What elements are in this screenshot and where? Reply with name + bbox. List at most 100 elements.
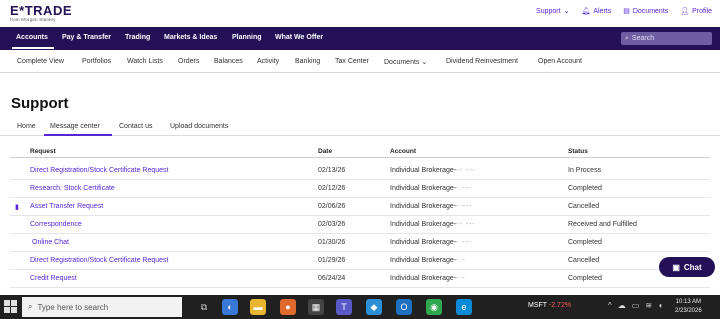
- request-account: Individual Brokerage-- ---: [390, 185, 472, 192]
- nav-pay-transfer[interactable]: Pay & Transfer: [62, 34, 111, 41]
- request-link[interactable]: Correspondence: [30, 221, 82, 228]
- tab-home[interactable]: Home: [17, 123, 36, 130]
- nav-what-we-offer[interactable]: What We Offer: [275, 34, 323, 41]
- documents-link[interactable]: ▤ Documents: [623, 7, 669, 16]
- nav-planning[interactable]: Planning: [232, 34, 262, 41]
- subnav-orders[interactable]: Orders: [178, 58, 199, 65]
- request-status: Cancelled: [568, 203, 600, 210]
- profile-link[interactable]: 👤︎ Profile: [680, 7, 712, 16]
- logo-text: E*TRADE: [10, 3, 73, 18]
- bell-icon: 🔔︎: [581, 8, 591, 15]
- outlook-icon[interactable]: O: [396, 299, 412, 315]
- subnav-watch-lists[interactable]: Watch Lists: [127, 58, 163, 65]
- table-row: Direct Registration/Stock Certificate Re…: [10, 162, 710, 180]
- file-explorer-icon[interactable]: ▬: [250, 299, 266, 315]
- table-row: Online Chat 01/30/26 Individual Brokerag…: [10, 234, 710, 252]
- request-date: 02/13/26: [318, 167, 346, 174]
- subnav-dividend-reinvestment[interactable]: Dividend Reinvestment: [446, 58, 518, 65]
- request-account: Individual Brokerage-- -: [390, 257, 466, 264]
- subnav-open-account[interactable]: Open Account: [538, 58, 582, 65]
- column-date: Date: [318, 148, 333, 155]
- subnav-activity[interactable]: Activity: [257, 58, 279, 65]
- account-name: Individual Brokerage-: [390, 167, 457, 174]
- column-account: Account: [390, 148, 416, 155]
- request-status: Completed: [568, 239, 602, 246]
- account-mask: - ---: [456, 185, 473, 192]
- account-name: Individual Brokerage-: [390, 221, 457, 228]
- main-nav: Accounts Pay & Transfer Trading Markets …: [0, 27, 720, 50]
- stock-change: -2.72%: [548, 302, 572, 309]
- tab-upload-documents[interactable]: Upload documents: [170, 123, 228, 130]
- taskbar-search[interactable]: ⌕ Type here to search: [22, 297, 182, 317]
- request-account: Individual Brokerage--- ---: [390, 221, 476, 228]
- clock-time: 10:13 AM: [675, 299, 702, 305]
- search-icon: ⌕: [28, 302, 33, 311]
- column-request: Request: [30, 148, 56, 155]
- subnav-portfolios[interactable]: Portfolios: [82, 58, 111, 65]
- alerts-link[interactable]: 🔔︎ Alerts: [581, 7, 612, 16]
- nav-accounts[interactable]: Accounts: [16, 34, 48, 41]
- stock-symbol: MSFT: [528, 302, 547, 309]
- table-row: Direct Registration/Stock Certificate Re…: [10, 252, 710, 270]
- teams-icon[interactable]: T: [336, 299, 352, 315]
- request-link[interactable]: Direct Registration/Stock Certificate Re…: [30, 167, 169, 174]
- chat-button[interactable]: ▣ Chat: [659, 257, 715, 277]
- chevron-down-icon: ⌄: [421, 59, 428, 66]
- table-row: Credit Request 06/24/24 Individual Broke…: [10, 270, 710, 288]
- table-row: Research: Stock Certificate 02/12/26 Ind…: [10, 180, 710, 198]
- windows-start-button[interactable]: [4, 300, 18, 314]
- search-input[interactable]: ⌕ Search: [621, 32, 712, 45]
- subnav-tax-center[interactable]: Tax Center: [335, 58, 369, 65]
- documents-label: Documents: [632, 7, 669, 15]
- request-date: 01/29/26: [318, 257, 346, 264]
- request-status: Completed: [568, 185, 602, 192]
- taskbar-clock[interactable]: 10:13 AM 2/23/2026: [675, 298, 702, 316]
- chrome-icon[interactable]: ◉: [426, 299, 442, 315]
- support-label: Support: [536, 7, 561, 15]
- subnav-documents-label: Documents: [384, 59, 420, 66]
- request-account: Individual Brokerage-- -: [390, 275, 466, 282]
- top-bar: E*TRADE from Morgan Stanley Support ⌄ 🔔︎…: [0, 0, 720, 27]
- request-link[interactable]: Online Chat: [32, 239, 69, 246]
- edge-icon[interactable]: e: [456, 299, 472, 315]
- person-icon: 👤︎: [680, 8, 690, 15]
- sub-nav: Complete View Portfolios Watch Lists Ord…: [0, 50, 720, 73]
- request-status: Completed: [568, 275, 602, 282]
- chevron-up-icon[interactable]: ^: [608, 301, 612, 310]
- profile-label: Profile: [692, 7, 712, 15]
- subnav-complete-view[interactable]: Complete View: [17, 58, 64, 65]
- request-link[interactable]: Direct Registration/Stock Certificate Re…: [30, 257, 169, 264]
- subnav-balances[interactable]: Balances: [214, 58, 243, 65]
- request-link[interactable]: Credit Request: [30, 275, 77, 282]
- request-account: Individual Brokerage-- ---: [390, 203, 472, 210]
- task-view-icon[interactable]: ⧉: [196, 299, 212, 315]
- firefox-icon[interactable]: ●: [280, 299, 296, 315]
- tab-contact-us[interactable]: Contact us: [119, 123, 152, 130]
- cloud-icon[interactable]: ☁: [618, 301, 626, 310]
- account-name: Individual Brokerage-: [390, 257, 457, 264]
- copilot-icon[interactable]: ◐: [222, 299, 238, 315]
- request-date: 06/24/24: [318, 275, 346, 282]
- tab-message-center[interactable]: Message center: [50, 123, 100, 130]
- request-link[interactable]: Research: Stock Certificate: [30, 185, 115, 192]
- wifi-icon[interactable]: ≋: [645, 301, 652, 310]
- subnav-banking[interactable]: Banking: [295, 58, 320, 65]
- taskbar: ⌕ Type here to search ⧉ ◐ ▬ ● ▦ T ◆ O ◉ …: [0, 295, 720, 319]
- support-menu[interactable]: Support ⌄: [536, 7, 570, 16]
- request-link[interactable]: Asset Transfer Request: [30, 203, 103, 210]
- nav-trading[interactable]: Trading: [125, 34, 150, 41]
- chevron-down-icon: ⌄: [563, 8, 570, 15]
- battery-icon[interactable]: ▭: [632, 301, 640, 310]
- browser-icon[interactable]: ◆: [366, 299, 382, 315]
- request-status: In Process: [568, 167, 602, 174]
- app-icon[interactable]: ▦: [308, 299, 324, 315]
- stock-ticker[interactable]: MSFT -2.72%: [528, 302, 571, 309]
- account-mask: -- ---: [456, 167, 476, 174]
- request-date: 02/06/26: [318, 203, 346, 210]
- etrade-logo[interactable]: E*TRADE from Morgan Stanley: [10, 3, 72, 22]
- attachment-icon: ▮: [15, 204, 19, 211]
- alerts-label: Alerts: [593, 7, 612, 15]
- subnav-documents[interactable]: Documents ⌄: [384, 58, 427, 66]
- volume-icon[interactable]: ◖: [658, 301, 663, 310]
- nav-markets-ideas[interactable]: Markets & Ideas: [164, 34, 217, 41]
